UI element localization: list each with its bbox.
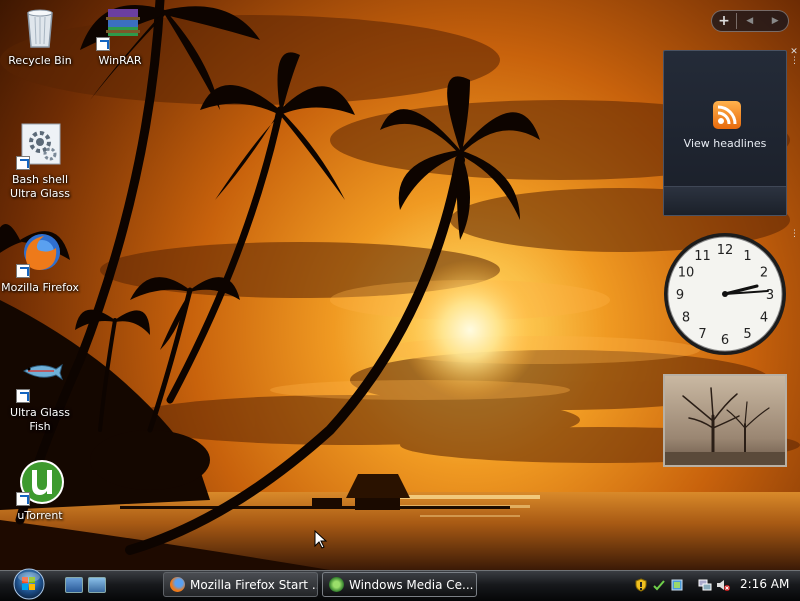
clock-numeral: 2	[760, 266, 768, 281]
shortcut-arrow-icon	[16, 264, 30, 278]
clock-numeral: 4	[760, 311, 768, 326]
view-headlines-link[interactable]: View headlines	[664, 137, 786, 150]
clock-numeral: 10	[678, 266, 695, 281]
recycle-bin-icon	[16, 3, 64, 51]
desktop-icon-label: Mozilla Firefox	[1, 281, 79, 294]
sidebar-control-bar: + ◀ ▶	[711, 10, 789, 32]
desktop-icon-label: WinRAR	[98, 54, 142, 67]
clock-numeral: 1	[743, 249, 751, 264]
desktop-icon-winrar[interactable]: WinRAR	[81, 3, 159, 68]
shortcut-arrow-icon	[16, 492, 30, 506]
add-gadget-button[interactable]: +	[712, 13, 737, 29]
taskbar-button-label: Mozilla Firefox Start ...	[190, 577, 318, 592]
clock-numeral: 11	[694, 249, 711, 264]
fish-icon	[16, 355, 64, 403]
next-page-button[interactable]: ▶	[772, 16, 779, 26]
clock-gadget[interactable]: 12 1 2 3 4 5 6 7 8 9 10 11	[662, 231, 788, 357]
winrar-icon	[96, 3, 144, 51]
desktop-icon-label: Bash shell Ultra Glass	[10, 173, 70, 200]
clock-numeral: 9	[676, 288, 684, 303]
taskbar-clock[interactable]: 2:16 AM	[740, 577, 789, 591]
feed-headlines-gadget[interactable]: View headlines	[663, 50, 787, 216]
show-desktop-icon[interactable]	[65, 577, 83, 593]
clock-numeral: 8	[682, 311, 690, 326]
taskbar-button-label: Windows Media Ce...	[349, 577, 474, 592]
desktop-icon-label: Recycle Bin	[8, 54, 72, 67]
desktop-icon-recycle-bin[interactable]: Recycle Bin	[1, 3, 79, 68]
taskbar-button-media-center[interactable]: Windows Media Ce...	[322, 572, 477, 597]
gadget-bottom-bar	[664, 186, 786, 215]
previous-page-button[interactable]: ◀	[746, 16, 753, 26]
shortcut-arrow-icon	[16, 389, 30, 403]
desktop-icon-ultra-glass-fish[interactable]: Ultra Glass Fish	[1, 355, 79, 434]
gadget-grip-handle[interactable]: ✕ ⋮⋮	[790, 48, 800, 74]
clock-numeral: 7	[698, 327, 706, 342]
security-shield-icon[interactable]	[634, 578, 648, 592]
utorrent-icon	[16, 458, 64, 506]
firefox-icon	[16, 230, 64, 278]
gadget-grip-handle[interactable]: ⋮⋮	[790, 230, 800, 256]
sync-icon[interactable]	[652, 578, 666, 592]
desktop-icon-bash-shell[interactable]: Bash shell Ultra Glass	[1, 122, 79, 201]
drag-handle-icon[interactable]: ⋮⋮	[790, 230, 800, 239]
clock-numeral: 6	[721, 333, 729, 348]
desktop-icon-firefox[interactable]: Mozilla Firefox	[1, 230, 79, 295]
tree-photo	[665, 376, 785, 465]
mouse-cursor	[314, 530, 328, 549]
clock-numeral: 5	[743, 327, 751, 342]
drag-handle-icon[interactable]: ⋮⋮	[790, 57, 800, 66]
clock-numeral: 12	[717, 243, 734, 258]
network-icon[interactable]	[670, 578, 684, 592]
desktop-icon-label: Ultra Glass Fish	[10, 406, 70, 433]
settings-gear-icon	[16, 122, 64, 170]
volume-muted-icon[interactable]	[716, 578, 730, 592]
firefox-icon	[170, 577, 185, 592]
shortcut-arrow-icon	[16, 156, 30, 170]
desktop-icon-label: uTorrent	[17, 509, 63, 522]
rss-icon	[713, 101, 741, 129]
desktop-icon-utorrent[interactable]: uTorrent	[1, 458, 79, 523]
switch-windows-icon[interactable]	[88, 577, 106, 593]
network-connections-icon[interactable]	[698, 578, 712, 592]
taskbar-button-firefox[interactable]: Mozilla Firefox Start ...	[163, 572, 318, 597]
start-button[interactable]	[8, 566, 50, 600]
slideshow-gadget[interactable]	[663, 374, 787, 467]
shortcut-arrow-icon	[96, 37, 110, 51]
media-center-icon	[329, 577, 344, 592]
